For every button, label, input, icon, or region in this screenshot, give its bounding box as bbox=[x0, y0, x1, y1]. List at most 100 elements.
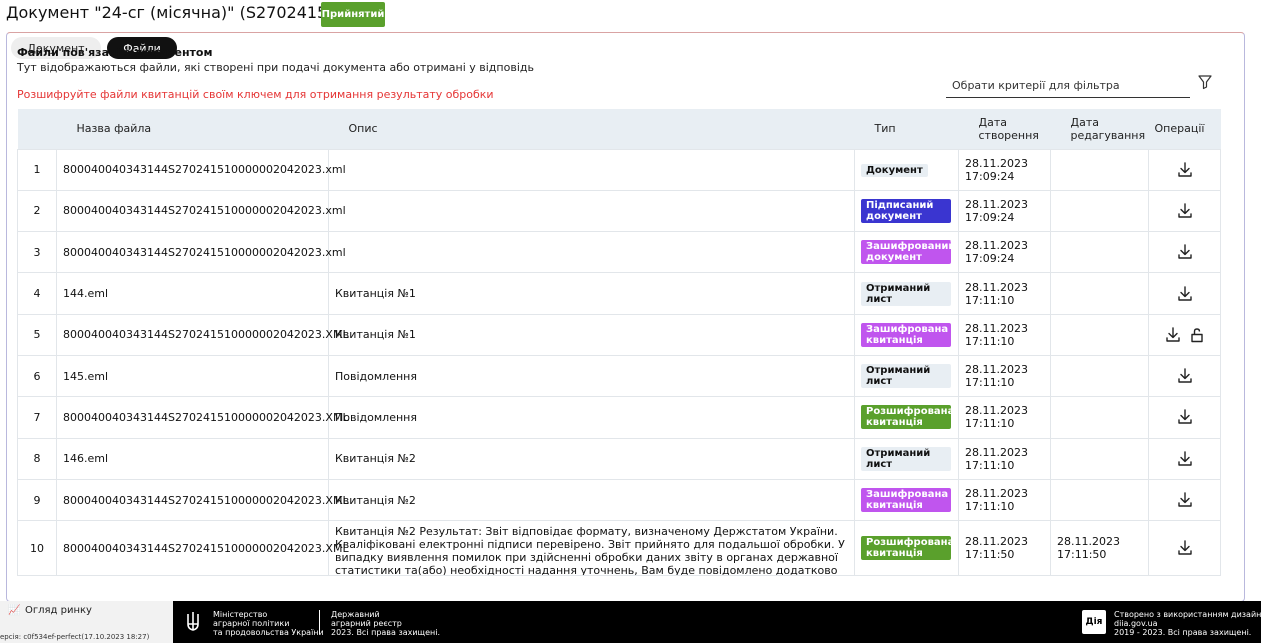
type-badge: Зашифрований документ bbox=[861, 240, 955, 265]
row-number: 8 bbox=[17, 437, 57, 480]
file-name: 800040040343144S270241510000002042023.XM… bbox=[56, 520, 349, 577]
footer-dark: Міністерство аграрної політики та продов… bbox=[173, 601, 1261, 643]
download-icon[interactable] bbox=[1164, 326, 1182, 344]
page-title: Документ "24-сг (місячна)" (S2702415) bbox=[6, 3, 334, 22]
row-number: 7 bbox=[17, 396, 57, 439]
operations bbox=[1148, 189, 1221, 233]
table-row: 3 800040040343144S270241510000002042023.x… bbox=[17, 231, 1221, 274]
row-number: 6 bbox=[17, 354, 57, 398]
row-number: 3 bbox=[17, 231, 57, 274]
chart-icon: 📈 bbox=[8, 605, 21, 616]
created-date: 28.11.2023 17:09:24 bbox=[958, 148, 1051, 191]
download-icon[interactable] bbox=[1176, 285, 1194, 303]
created-date: 28.11.2023 17:09:24 bbox=[958, 231, 1051, 274]
type-badge: Отриманий лист bbox=[861, 446, 951, 471]
edited-date: 28.11.2023 17:11:50 bbox=[1050, 520, 1149, 577]
file-type: Отриманий лист bbox=[854, 272, 959, 315]
file-type: Розшифрована квитанція bbox=[854, 396, 959, 439]
download-icon[interactable] bbox=[1176, 450, 1194, 468]
download-icon[interactable] bbox=[1176, 408, 1194, 426]
file-description bbox=[328, 148, 855, 191]
file-type: Зашифрована квитанція bbox=[854, 313, 959, 356]
edited-date bbox=[1050, 189, 1149, 233]
file-name: 800040040343144S270241510000002042023.xm… bbox=[56, 189, 346, 233]
download-icon[interactable] bbox=[1176, 243, 1194, 261]
file-name: 144.eml bbox=[56, 272, 329, 315]
download-icon[interactable] bbox=[1176, 161, 1194, 179]
created-date: 28.11.2023 17:11:10 bbox=[958, 313, 1051, 356]
col-header-edited: Дата редагування bbox=[1050, 109, 1149, 149]
trident-icon bbox=[187, 612, 199, 631]
type-badge: Зашифрована квитанція bbox=[861, 488, 951, 513]
unlock-icon[interactable] bbox=[1188, 326, 1206, 344]
type-badge: Отриманий лист bbox=[861, 281, 951, 306]
operations bbox=[1148, 478, 1221, 522]
file-description: Повідомлення bbox=[328, 354, 855, 398]
market-overview-link[interactable]: Огляд ринку bbox=[25, 605, 92, 616]
col-header-ops: Операції bbox=[1148, 109, 1221, 149]
ministry-text: Міністерство аграрної політики та продов… bbox=[213, 610, 324, 637]
table-row: 4 144.eml Квитанція №1 Отриманий лист 28.11.… bbox=[17, 272, 1221, 315]
file-type: Отриманий лист bbox=[854, 354, 959, 398]
file-description: Квитанція №2 bbox=[328, 437, 855, 480]
diia-logo: Дія bbox=[1082, 610, 1106, 634]
operations bbox=[1148, 313, 1221, 356]
created-date: 28.11.2023 17:11:10 bbox=[958, 396, 1051, 439]
col-header-name: Назва файла bbox=[56, 109, 329, 149]
table-row: 5 800040040343144S270241510000002042023.X… bbox=[17, 313, 1221, 356]
row-number: 10 bbox=[17, 520, 57, 577]
download-icon[interactable] bbox=[1176, 202, 1194, 220]
file-name: 146.eml bbox=[56, 437, 329, 480]
footer-left: 📈 Огляд ринку ерсія: c0f534ef-perfect(17… bbox=[0, 601, 173, 643]
row-number: 2 bbox=[17, 189, 57, 233]
col-header-num bbox=[17, 109, 57, 149]
operations bbox=[1148, 148, 1221, 191]
file-description: Квитанція №2 Результат: Звіт відповідає … bbox=[328, 520, 855, 577]
operations bbox=[1148, 520, 1221, 577]
table-row: 8 146.eml Квитанція №2 Отриманий лист 28.11.… bbox=[17, 437, 1221, 480]
table-header-row: Назва файла Опис Тип Дата створення Дата… bbox=[17, 109, 1221, 149]
file-type: Підписаний документ bbox=[854, 189, 959, 233]
edited-date bbox=[1050, 313, 1149, 356]
edited-date bbox=[1050, 396, 1149, 439]
file-name: 800040040343144S270241510000002042023.XM… bbox=[56, 396, 349, 439]
edited-date bbox=[1050, 148, 1149, 191]
edited-date bbox=[1050, 231, 1149, 274]
filter-icon[interactable] bbox=[1197, 74, 1213, 90]
edited-date bbox=[1050, 437, 1149, 480]
type-badge: Зашифрована квитанція bbox=[861, 322, 951, 347]
table-row: 6 145.eml Повідомлення Отриманий лист 28.11.… bbox=[17, 354, 1221, 398]
registry-text: Державний аграрний реєстр 2023. Всі прав… bbox=[331, 610, 441, 637]
type-badge: Розшифрована квитанція bbox=[861, 405, 954, 430]
file-description: Квитанція №2 bbox=[328, 478, 855, 522]
table-row: 10 800040040343144S270241510000002042023.… bbox=[17, 520, 1221, 577]
file-type: Зашифрована квитанція bbox=[854, 478, 959, 522]
type-badge: Отриманий лист bbox=[861, 364, 951, 389]
version-label: ерсія: c0f534ef-perfect(17.10.2023 18:27… bbox=[0, 633, 150, 641]
footer: 📈 Огляд ринку ерсія: c0f534ef-perfect(17… bbox=[0, 601, 1261, 643]
section-subtitle: Тут відображаються файли, які створені п… bbox=[17, 61, 534, 74]
table-row: 7 800040040343144S270241510000002042023.X… bbox=[17, 396, 1221, 439]
status-badge: Прийнятий bbox=[321, 2, 385, 27]
created-date: 28.11.2023 17:11:10 bbox=[958, 478, 1051, 522]
row-number: 5 bbox=[17, 313, 57, 356]
row-number: 4 bbox=[17, 272, 57, 315]
download-icon[interactable] bbox=[1176, 367, 1194, 385]
file-description: Квитанція №1 bbox=[328, 313, 855, 356]
file-name: 800040040343144S270241510000002042023.xm… bbox=[56, 231, 346, 274]
filter-input[interactable]: Обрати критерії для фільтра bbox=[946, 74, 1190, 98]
download-icon[interactable] bbox=[1176, 539, 1194, 557]
file-name: 145.eml bbox=[56, 354, 329, 398]
created-date: 28.11.2023 17:11:10 bbox=[958, 437, 1051, 480]
type-badge: Підписаний документ bbox=[861, 198, 951, 223]
edited-date bbox=[1050, 354, 1149, 398]
created-date: 28.11.2023 17:09:24 bbox=[958, 189, 1051, 233]
file-description: Повідомлення bbox=[328, 396, 855, 439]
row-number: 9 bbox=[17, 478, 57, 522]
file-name: 800040040343144S270241510000002042023.XM… bbox=[56, 313, 349, 356]
created-date: 28.11.2023 17:11:50 bbox=[958, 520, 1051, 577]
operations bbox=[1148, 437, 1221, 480]
footer-divider bbox=[319, 610, 320, 634]
col-header-type: Тип bbox=[854, 109, 959, 149]
download-icon[interactable] bbox=[1176, 491, 1194, 509]
